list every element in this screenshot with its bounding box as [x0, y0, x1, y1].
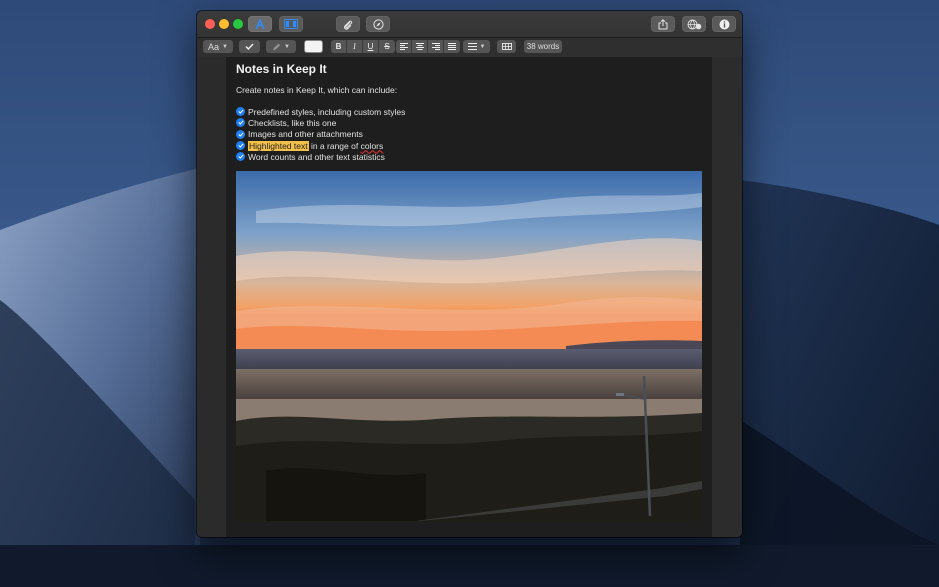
checkbox-checked[interactable] [236, 118, 245, 128]
checklist-button[interactable] [239, 40, 260, 53]
list-item-text: Highlighted text in a range of colors [248, 140, 384, 151]
paperclip-icon [343, 20, 353, 30]
align-right-button[interactable] [428, 40, 444, 53]
attach-button[interactable] [336, 16, 360, 32]
left-margin [197, 57, 226, 537]
link-icon [687, 19, 701, 29]
highlighted-text: Highlighted text [248, 140, 309, 151]
checkbox-checked[interactable] [236, 107, 245, 117]
list-icon [467, 43, 477, 50]
share-icon [658, 18, 668, 29]
checkmark-icon [237, 109, 244, 114]
checkbox-checked[interactable] [236, 141, 245, 151]
right-margin [712, 57, 742, 537]
link-button[interactable] [682, 16, 706, 32]
bold-button[interactable]: B [331, 40, 347, 53]
checkmark-icon [245, 43, 254, 50]
table-icon [501, 43, 512, 50]
checkmark-icon [237, 143, 244, 148]
checkmark-icon [237, 132, 244, 137]
list-item: Images and other attachments [236, 129, 405, 140]
title-bar [197, 11, 742, 37]
list-item: Predefined styles, including custom styl… [236, 106, 405, 117]
share-button[interactable] [651, 16, 675, 32]
checkmark-icon [237, 120, 244, 126]
strikethrough-button[interactable]: S [379, 40, 395, 53]
insert-table-button[interactable] [497, 40, 516, 53]
list-item-text: Predefined styles, including custom styl… [248, 106, 406, 117]
word-count-badge[interactable]: 38 words [524, 40, 562, 53]
info-button[interactable] [712, 16, 736, 32]
list-item: Checklists, like this one [236, 117, 405, 128]
text-style-popup[interactable]: Aa ▼ [203, 40, 233, 53]
checkbox-checked[interactable] [236, 152, 245, 162]
checkbox-checked[interactable] [236, 129, 245, 139]
note-intro[interactable]: Create notes in Keep It, which can inclu… [236, 85, 397, 95]
alignment-group [396, 40, 460, 53]
attached-image[interactable] [236, 171, 702, 521]
list-item: Highlighted text in a range of colors [236, 140, 405, 151]
align-center-button[interactable] [412, 40, 428, 53]
checklist: Predefined styles, including custom styl… [236, 106, 405, 162]
align-left-button[interactable] [396, 40, 412, 53]
close-window-button[interactable] [205, 19, 215, 29]
list-item: Word counts and other text statistics [236, 151, 405, 162]
underline-button[interactable]: U [363, 40, 379, 53]
list-item-text-mid: in a range of [308, 140, 361, 151]
list-item-text: Images and other attachments [248, 129, 363, 140]
text-style-label: Aa [208, 41, 220, 52]
list-item-text: Checklists, like this one [248, 117, 337, 128]
sidebar-toggle-button[interactable] [279, 16, 303, 32]
zoom-window-button[interactable] [233, 19, 243, 29]
align-justify-button[interactable] [444, 40, 460, 53]
text-color-well[interactable] [304, 40, 323, 53]
highlight-color-popup[interactable]: ▼ [266, 40, 296, 53]
list-style-popup[interactable]: ▼ [463, 40, 490, 53]
editor-area: Notes in Keep It Create notes in Keep It… [197, 57, 742, 537]
browse-button[interactable] [366, 16, 390, 32]
minimize-window-button[interactable] [219, 19, 229, 29]
checkmark-icon [237, 154, 244, 160]
italic-button[interactable]: I [347, 40, 363, 53]
misspelled-word: colors [360, 140, 384, 151]
note-editor[interactable]: Notes in Keep It Create notes in Keep It… [226, 57, 712, 537]
format-toggle-button[interactable] [248, 16, 272, 32]
note-title[interactable]: Notes in Keep It [236, 62, 327, 76]
pen-icon [273, 43, 281, 50]
format-bar: Aa ▼ ▼ B I U S ▼ 38 words [197, 37, 742, 58]
list-item-text: Word counts and other text statistics [248, 151, 385, 162]
compass-icon [372, 18, 384, 30]
sidebar-icon [284, 19, 298, 29]
format-a-icon [255, 18, 265, 29]
info-icon [719, 19, 729, 29]
keep-it-window: Aa ▼ ▼ B I U S ▼ 38 words Notes in Keep … [197, 11, 742, 537]
font-style-group: B I U S [331, 40, 395, 53]
